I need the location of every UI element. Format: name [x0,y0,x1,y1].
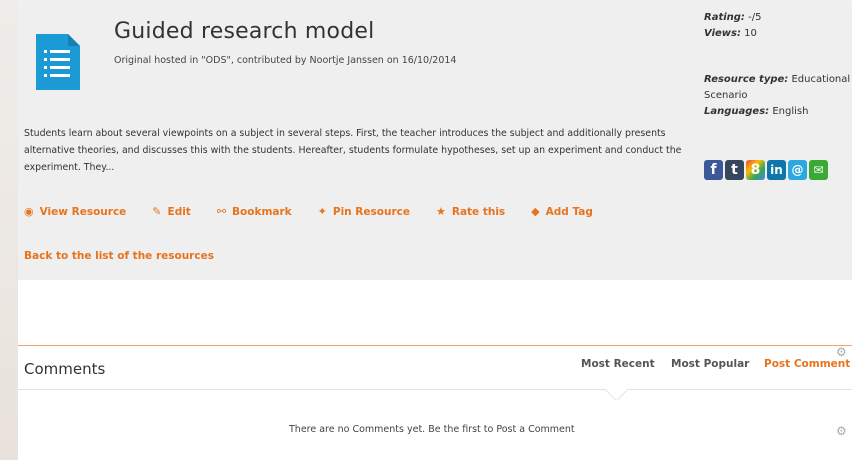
active-sort-caret [605,389,627,400]
views-row: Views: 10 [704,26,852,42]
back-to-list-link[interactable]: Back to the list of the resources [24,250,214,262]
no-comments-message: There are no Comments yet. Be the first … [289,424,575,435]
languages-value: English [772,106,809,117]
resource-meta: Rating: -/5 Views: 10 Resource type: Edu… [704,10,852,120]
views-label: Views: [704,28,741,39]
linkedin-icon[interactable]: in [767,160,786,180]
sort-most-recent[interactable]: Most Recent [581,358,655,370]
link-icon: ⚯ [216,205,227,218]
left-background [0,0,18,460]
add-tag-label: Add Tag [545,205,593,218]
comments-header-divider [18,389,852,390]
view-resource-label: View Resource [39,205,127,218]
at-icon[interactable]: @ [788,160,807,180]
comments-divider [18,345,852,346]
google-plus-icon[interactable]: 8 [746,160,765,180]
type-label: Resource type: [704,74,789,85]
bookmark-label: Bookmark [232,205,292,218]
rating-row: Rating: -/5 [704,10,852,26]
tumblr-icon[interactable]: t [725,160,744,180]
rating-label: Rating: [704,12,745,23]
pin-resource-label: Pin Resource [332,205,410,218]
edit-button[interactable]: ✎ Edit [152,205,191,218]
social-share-bar: f t 8 in @ ✉ [704,160,828,180]
pin-resource-button[interactable]: ✦ Pin Resource [318,205,410,218]
gear-icon[interactable]: ⚙ [836,345,847,359]
type-row: Resource type: Educational Scenario [704,72,852,104]
eye-icon: ◉ [24,205,34,218]
resource-subtitle: Original hosted in "ODS", contributed by… [114,55,457,66]
tag-icon: ◆ [531,205,540,218]
resource-description: Students learn about several viewpoints … [24,128,682,173]
edit-label: Edit [167,205,191,218]
sort-most-popular[interactable]: Most Popular [671,358,749,370]
email-icon[interactable]: ✉ [809,160,828,180]
facebook-icon[interactable]: f [704,160,723,180]
views-value: 10 [744,28,757,39]
pencil-icon: ✎ [152,205,162,218]
document-icon [36,34,80,90]
star-icon: ★ [435,205,446,218]
add-tag-button[interactable]: ◆ Add Tag [531,205,593,218]
rate-label: Rate this [451,205,506,218]
gear-icon[interactable]: ⚙ [836,424,847,438]
languages-row: Languages: English [704,104,852,120]
resource-actions: ◉ View Resource ✎ Edit ⚯ Bookmark ✦ Pin … [24,205,619,218]
rate-button[interactable]: ★ Rate this [436,205,505,218]
rating-value: -/5 [748,12,762,23]
comments-title: Comments [24,360,106,378]
view-resource-button[interactable]: ◉ View Resource [24,205,126,218]
pin-icon: ✦ [317,205,327,218]
resource-title: Guided research model [114,19,375,44]
languages-label: Languages: [704,106,770,117]
post-comment-button[interactable]: Post Comment [764,358,850,370]
bookmark-button[interactable]: ⚯ Bookmark [217,205,292,218]
